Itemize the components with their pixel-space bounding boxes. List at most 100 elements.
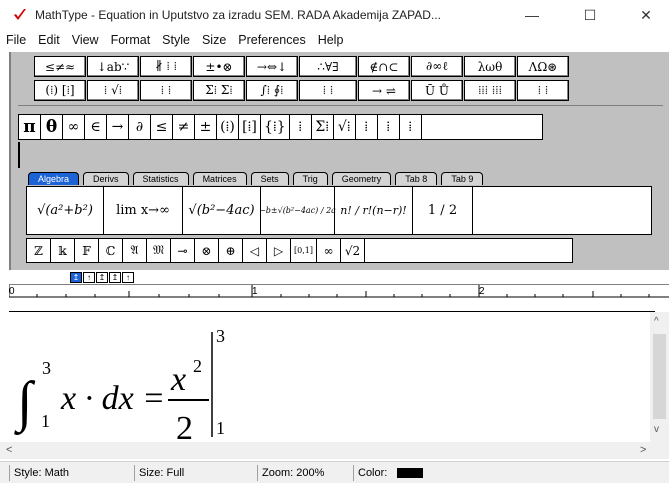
template-limit[interactable]: lim x→∞ xyxy=(104,187,183,234)
symbol-sum[interactable]: Σ⁞ xyxy=(312,115,334,139)
palette-spaces[interactable]: ↓ab∵ xyxy=(87,56,139,77)
tabstop-relational-button[interactable]: ↥ xyxy=(109,272,121,283)
tab-derivs[interactable]: Derivs xyxy=(83,172,129,185)
tab-trig[interactable]: Trig xyxy=(292,172,328,185)
palette-boxes[interactable]: ⁞ ⁞ xyxy=(517,80,569,101)
symbol-sqrt2[interactable]: √2 xyxy=(341,239,365,262)
menu-view[interactable]: View xyxy=(66,33,105,47)
symbol-fraktur-a[interactable]: 𝔄 xyxy=(123,239,147,262)
palette-arrows[interactable]: →⇔↓ xyxy=(246,56,298,77)
palette-misc[interactable]: ∂∞ℓ xyxy=(411,56,463,77)
minimize-button[interactable]: — xyxy=(509,0,555,30)
symbol-brackets[interactable]: [⁞] xyxy=(239,115,261,139)
fraction-denominator: 2 xyxy=(176,410,193,442)
palette-fences[interactable]: (⁞) [⁞] xyxy=(34,80,86,101)
template-bar: √(a²+b²) lim x→∞ √(b²−4ac) −b±√(b²−4ac) … xyxy=(26,186,652,235)
palette-matrices[interactable]: ⁞⁞⁞ ⁞⁞⁞ xyxy=(464,80,516,101)
menu-preferences[interactable]: Preferences xyxy=(232,33,311,47)
symbol-subsup[interactable]: ⁞ xyxy=(400,115,422,139)
scroll-down-icon[interactable]: v xyxy=(654,424,659,435)
tab-geometry[interactable]: Geometry xyxy=(331,172,392,185)
maximize-button[interactable]: ☐ xyxy=(567,0,613,30)
palette-sums[interactable]: Σ⁞ Σ⁞ xyxy=(193,80,245,101)
tab-9[interactable]: Tab 9 xyxy=(441,172,484,185)
palette-relations[interactable]: ≤≠≈ xyxy=(34,56,86,77)
symbol-sqrt[interactable]: √⁞ xyxy=(334,115,356,139)
symbol-infinity-small[interactable]: ∞ xyxy=(317,239,341,262)
menu-help[interactable]: Help xyxy=(312,33,350,47)
symbol-plus-minus[interactable]: ± xyxy=(195,115,217,139)
scroll-left-icon[interactable]: < xyxy=(6,444,12,456)
symbol-interval[interactable]: [0,1] xyxy=(291,239,317,262)
palette-operators[interactable]: ±•⊗ xyxy=(193,56,245,77)
tab-matrices[interactable]: Matrices xyxy=(192,172,247,185)
palette-fractions-radicals[interactable]: ⁞ √⁞ xyxy=(87,80,139,101)
template-empty-slot xyxy=(473,187,651,234)
symbol-complex[interactable]: ℂ xyxy=(99,239,123,262)
palette-labeled-arrows[interactable]: → ⇌ xyxy=(358,80,410,101)
tabstop-decimal-button[interactable]: ↑ xyxy=(122,272,134,283)
vertical-scrollbar[interactable]: ^ v xyxy=(650,312,669,443)
title-bar: MathType - Equation in Uputstvo za izrad… xyxy=(0,0,669,30)
menu-file[interactable]: File xyxy=(0,33,32,47)
palette-embellishments[interactable]: ∦ ⁞ ⁞ xyxy=(140,56,192,77)
status-style: Style: Math xyxy=(9,464,134,481)
template-pythagoras[interactable]: √(a²+b²) xyxy=(27,187,104,234)
menu-edit[interactable]: Edit xyxy=(32,33,66,47)
symbol-less-equal[interactable]: ≤ xyxy=(151,115,173,139)
symbol-pi[interactable]: π xyxy=(19,115,41,139)
menu-size[interactable]: Size xyxy=(196,33,232,47)
status-zoom: Zoom: 200% xyxy=(257,464,353,481)
tab-statistics[interactable]: Statistics xyxy=(132,172,189,185)
symbol-field[interactable]: 𝔽 xyxy=(75,239,99,262)
symbol-otimes[interactable]: ⊗ xyxy=(195,239,219,262)
close-button[interactable]: ✕ xyxy=(623,0,669,30)
tabstop-center-button[interactable]: ↑ xyxy=(83,272,95,283)
palette-bars[interactable]: ⁞ ⁞ xyxy=(299,80,357,101)
template-discriminant[interactable]: √(b²−4ac) xyxy=(183,187,261,234)
equation-editor[interactable]: ∫ 3 1 x · dx = x 2 2 3 1 xyxy=(9,311,655,442)
ruler[interactable]: 0 1 2 xyxy=(9,284,669,311)
horizontal-scrollbar[interactable]: < > xyxy=(0,442,669,459)
palette-greek-upper[interactable]: ΛΩ⊛ xyxy=(517,56,569,77)
tabstop-right-button[interactable]: ↥ xyxy=(96,272,108,283)
vertical-scroll-thumb[interactable] xyxy=(653,334,666,419)
symbol-fraction[interactable]: ⁞ xyxy=(290,115,312,139)
menu-style[interactable]: Style xyxy=(156,33,196,47)
menu-format[interactable]: Format xyxy=(105,33,157,47)
symbol-oplus[interactable]: ⊕ xyxy=(219,239,243,262)
symbol-k-blackboard[interactable]: 𝕜 xyxy=(51,239,75,262)
tab-8[interactable]: Tab 8 xyxy=(395,172,438,185)
integral-sign: ∫ xyxy=(14,371,36,436)
symbol-fraktur-m[interactable]: 𝔐 xyxy=(147,239,171,262)
template-binomial[interactable]: n! / r!(n−r)! xyxy=(335,187,413,234)
symbol-integers[interactable]: ℤ xyxy=(27,239,51,262)
symbol-parens[interactable]: (⁞) xyxy=(217,115,239,139)
palette-products[interactable]: Ū Ů xyxy=(411,80,463,101)
tabstop-left-button[interactable]: ↥ xyxy=(70,272,82,283)
small-symbol-bar xyxy=(18,142,20,168)
template-quadratic-formula[interactable]: −b±√(b²−4ac) / 2a xyxy=(259,187,336,234)
symbol-braces[interactable]: {⁞} xyxy=(261,115,290,139)
symbol-infinity[interactable]: ∞ xyxy=(63,115,85,139)
symbol-partial[interactable]: ∂ xyxy=(129,115,151,139)
scroll-right-icon[interactable]: > xyxy=(640,444,646,456)
symbol-multimap[interactable]: ⊸ xyxy=(171,239,195,262)
template-half[interactable]: 1 / 2 xyxy=(413,187,473,234)
symbol-triangle-left[interactable]: ◁ xyxy=(243,239,267,262)
scroll-up-icon[interactable]: ^ xyxy=(654,316,659,327)
symbol-subscript[interactable]: ⁞ xyxy=(378,115,400,139)
tab-sets[interactable]: Sets xyxy=(250,172,289,185)
palette-subscripts[interactable]: ⁞ ⁞ xyxy=(140,80,192,101)
palette-greek-lower[interactable]: λωθ xyxy=(464,56,516,77)
symbol-element-of[interactable]: ∈ xyxy=(85,115,107,139)
palette-sets[interactable]: ∉∩⊂ xyxy=(358,56,410,77)
tab-algebra[interactable]: Algebra xyxy=(28,172,80,185)
symbol-not-equal[interactable]: ≠ xyxy=(173,115,195,139)
palette-logic[interactable]: ∴∀∃ xyxy=(299,56,357,77)
symbol-theta[interactable]: θ xyxy=(41,115,63,139)
symbol-triangle-right[interactable]: ▷ xyxy=(267,239,291,262)
palette-integrals[interactable]: ∫⁞ ∮⁞ xyxy=(246,80,298,101)
symbol-arrow[interactable]: → xyxy=(107,115,129,139)
symbol-superscript[interactable]: ⁞ xyxy=(356,115,378,139)
